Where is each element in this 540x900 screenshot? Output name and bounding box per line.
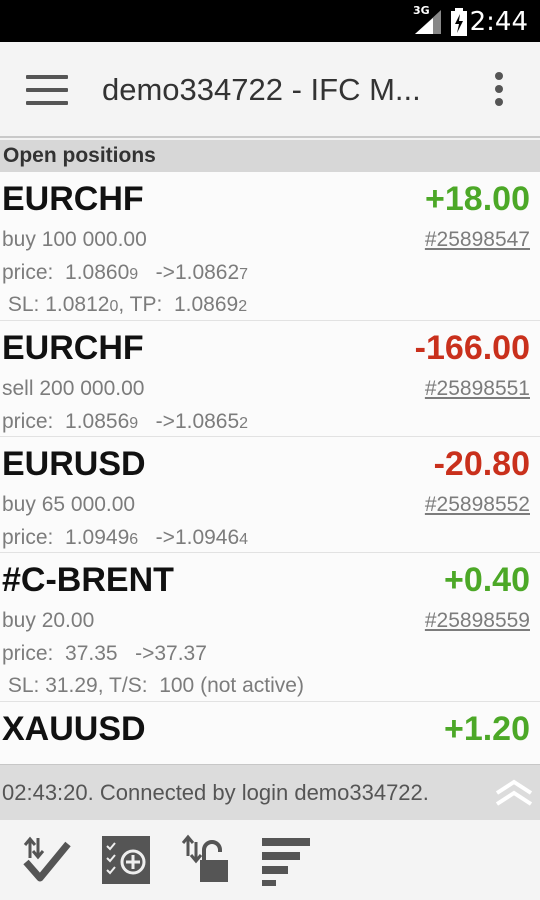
position-profit: -20.80 — [433, 445, 530, 483]
add-order-icon[interactable] — [100, 834, 152, 886]
position-price: price: 1.09496 ->1.09464 — [2, 526, 249, 549]
position-sl-tp: SL: 1.08120, TP: 1.08692 — [2, 293, 248, 316]
position-price: price: 1.08569 ->1.08652 — [2, 410, 249, 433]
position-row[interactable]: EURCHF -166.00 sell 200 000.00 #25898551… — [0, 321, 540, 437]
system-status-bar: 3G 2:44 — [0, 0, 540, 42]
trade-check-icon[interactable] — [20, 834, 72, 886]
position-row[interactable]: EURUSD -20.80 buy 65 000.00 #25898552 pr… — [0, 437, 540, 553]
clock: 2:44 — [469, 7, 528, 37]
signal-icon — [415, 10, 441, 34]
position-symbol: #C-BRENT — [2, 561, 174, 599]
position-row[interactable]: EURCHF +18.00 buy 100 000.00 #25898547 p… — [0, 172, 540, 321]
position-price: price: 37.35 ->37.37 — [2, 642, 207, 665]
position-ticket[interactable]: #25898552 — [425, 493, 530, 517]
position-symbol: XAUUSD — [2, 710, 146, 748]
position-symbol: EURCHF — [2, 329, 144, 367]
position-row[interactable]: #C-BRENT +0.40 buy 20.00 #25898559 price… — [0, 553, 540, 702]
position-price: price: 1.08609 ->1.08627 — [2, 261, 249, 284]
positions-list[interactable]: EURCHF +18.00 buy 100 000.00 #25898547 p… — [0, 172, 540, 764]
position-side: buy 20.00 — [2, 609, 95, 632]
position-ticket[interactable]: #25898551 — [425, 377, 530, 401]
position-ticket[interactable]: #25898547 — [425, 228, 530, 252]
connection-status-text: 02:43:20. Connected by login demo334722. — [2, 780, 429, 805]
menu-icon[interactable] — [26, 75, 68, 105]
connection-status-bar[interactable]: 02:43:20. Connected by login demo334722. — [0, 764, 540, 820]
bottom-toolbar — [0, 820, 540, 900]
position-row[interactable]: XAUUSD +1.20 — [0, 702, 540, 764]
position-side: buy 65 000.00 — [2, 493, 136, 516]
position-profit: -166.00 — [414, 329, 530, 367]
position-profit: +0.40 — [443, 561, 530, 599]
battery-icon — [451, 8, 467, 36]
section-header: Open positions — [0, 140, 540, 172]
sort-icon[interactable] — [260, 834, 312, 886]
position-side: sell 200 000.00 — [2, 377, 145, 400]
position-profit: +18.00 — [425, 180, 530, 218]
position-symbol: EURCHF — [2, 180, 144, 218]
position-sl-ts: SL: 31.29, T/S: 100 (not active) — [2, 674, 304, 697]
app-bar: demo334722 - IFC M... — [0, 42, 540, 138]
position-ticket[interactable]: #25898559 — [425, 609, 530, 633]
position-symbol: EURUSD — [2, 445, 146, 483]
expand-up-icon[interactable] — [494, 777, 534, 807]
position-profit: +1.20 — [443, 710, 530, 748]
position-side: buy 100 000.00 — [2, 228, 147, 251]
unlock-icon[interactable] — [180, 834, 232, 886]
app-title[interactable]: demo334722 - IFC M... — [102, 72, 421, 108]
overflow-menu-icon[interactable] — [492, 72, 506, 112]
